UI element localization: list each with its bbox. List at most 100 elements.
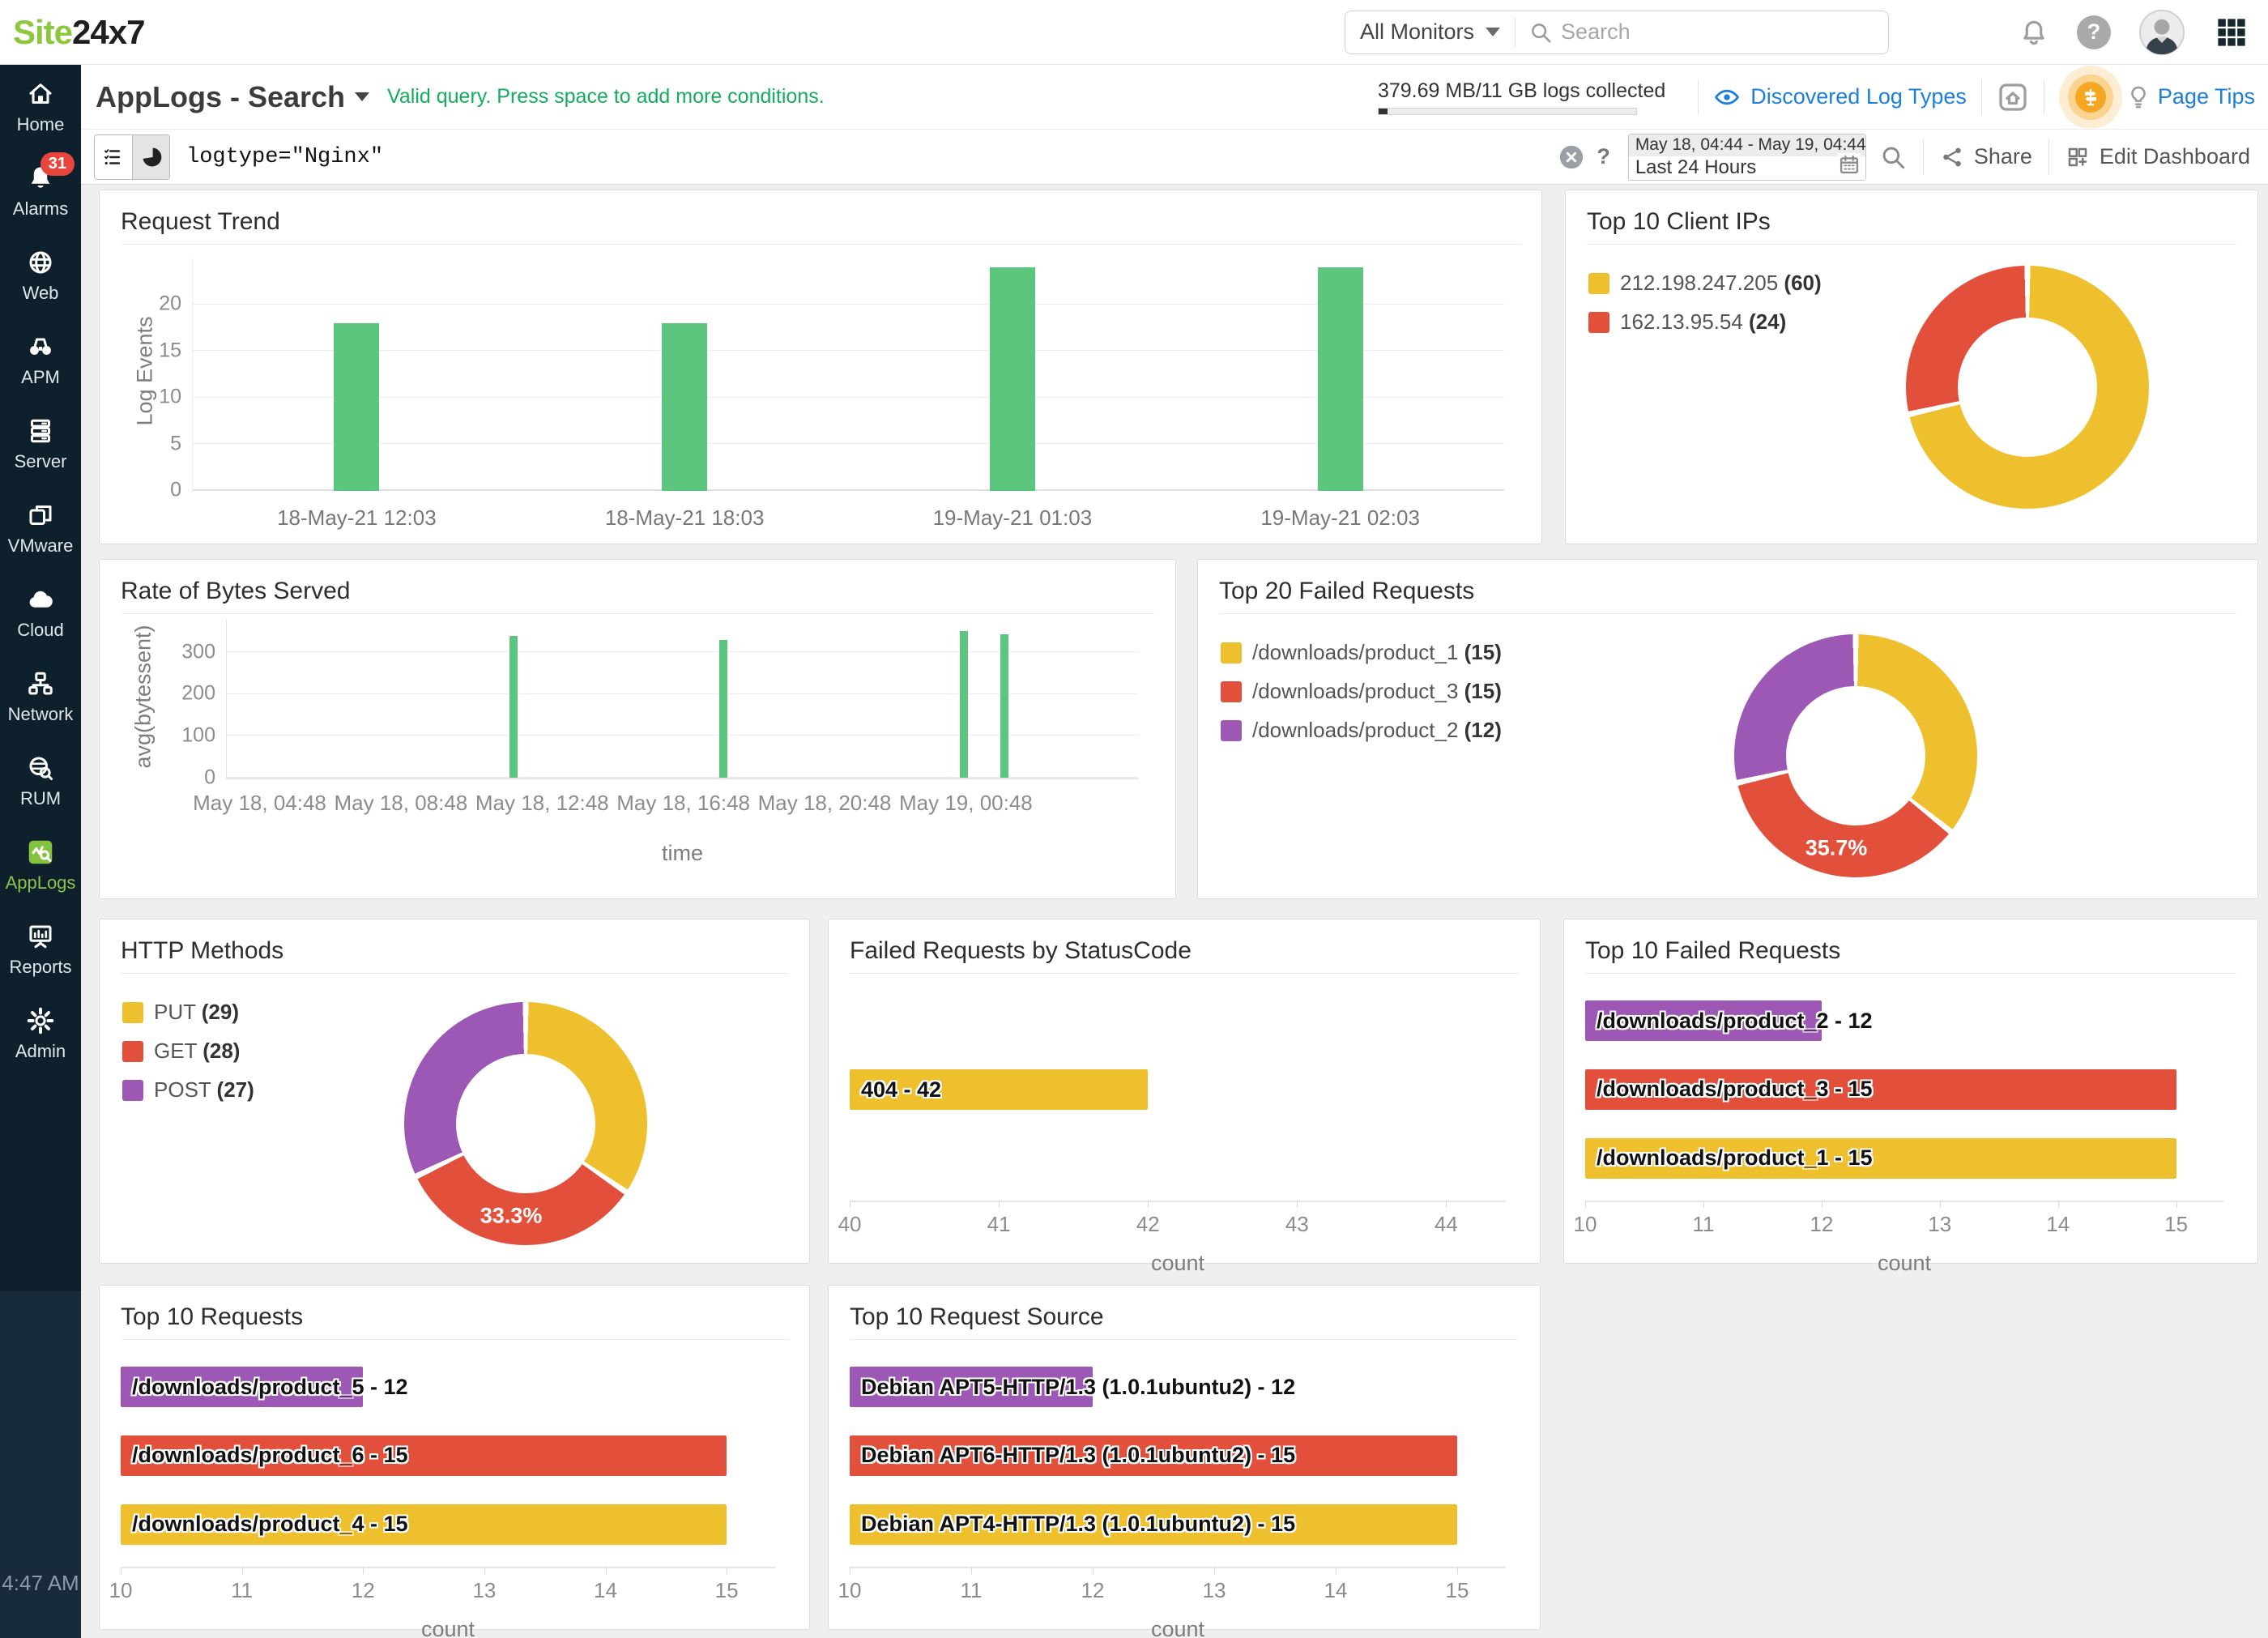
sidebar-item-label: Web [23, 283, 59, 304]
legend-item[interactable]: POST (27) [122, 1077, 254, 1103]
tick-mark [971, 1567, 972, 1574]
legend-item[interactable]: /downloads/product_1 (15) [1221, 640, 1502, 665]
page-tips-link[interactable]: Page Tips [2158, 84, 2255, 109]
donut-chart[interactable]: 35.7% [1734, 634, 1977, 877]
legend-item[interactable]: /downloads/product_2 (12) [1221, 718, 1502, 743]
gridline: 5 [193, 443, 1504, 444]
hbar-row[interactable]: /downloads/product_4 - 15 [121, 1504, 775, 1545]
y-tick-label: 5 [170, 432, 181, 455]
bar-label: /downloads/product_1 - 15 [1585, 1145, 1873, 1171]
all-monitors-dropdown[interactable]: All Monitors [1345, 19, 1515, 45]
tick-mark [242, 1567, 243, 1574]
vmware-icon [26, 501, 55, 530]
sidebar-item-alarms[interactable]: 31 Alarms [0, 149, 81, 233]
bar-19-May-21 01:03[interactable] [990, 267, 1035, 491]
x-tick-label: May 18, 20:48 [758, 791, 892, 816]
bar-18-May-21 12:03[interactable] [334, 323, 379, 491]
legend-item[interactable]: 212.198.247.205 (60) [1588, 271, 1822, 296]
hbar-row[interactable]: /downloads/product_2 - 12 [1585, 1000, 2223, 1041]
hbar-row[interactable]: /downloads/product_5 - 12 [121, 1367, 775, 1407]
page: Site24x7 All Monitors ? Home 31 Alarms W… [0, 0, 2268, 1638]
plot-area: 0 100 200 300May 18, 04:48May 18, 08:48M… [226, 619, 1138, 779]
donut-chart[interactable]: 33.3% [404, 1002, 647, 1245]
notifications-bell-icon[interactable] [2019, 17, 2049, 48]
sidebar-item-home[interactable]: Home [0, 65, 81, 149]
spike-bar[interactable] [960, 631, 968, 778]
tick-mark [121, 1567, 122, 1574]
sidebar-item-applogs[interactable]: AppLogs [0, 823, 81, 907]
legend-item[interactable]: /downloads/product_3 (15) [1221, 679, 1502, 704]
site24x7-logo[interactable]: Site24x7 [13, 13, 144, 52]
chart-view-button[interactable] [132, 135, 169, 179]
legend-item[interactable]: GET (28) [122, 1039, 254, 1064]
guided-tour-highlight[interactable] [2059, 66, 2122, 129]
bar-label: Debian APT4-HTTP/1.3 (1.0.1ubuntu2) - 15 [850, 1512, 1295, 1537]
dashboard-home-icon[interactable] [1997, 81, 2029, 113]
top20-failed-chart: /downloads/product_1 (15) /downloads/pro… [1219, 619, 2236, 874]
y-tick-label: 15 [159, 339, 181, 362]
sidebar-item-admin[interactable]: Admin [0, 992, 81, 1076]
sidebar-item-rum[interactable]: RUM [0, 739, 81, 823]
bar-18-May-21 18:03[interactable] [662, 323, 707, 491]
gridline: 0 [193, 489, 1504, 491]
legend-label: 212.198.247.205 (60) [1620, 271, 1822, 296]
run-search-icon[interactable] [1879, 143, 1907, 171]
discovered-log-types-link[interactable]: Discovered Log Types [1713, 83, 1967, 111]
sidebar-item-reports[interactable]: Reports [0, 907, 81, 992]
sidebar-item-server[interactable]: Server [0, 402, 81, 486]
legend-item[interactable]: PUT (29) [122, 1000, 254, 1025]
tick-mark [606, 1567, 607, 1574]
sidebar-item-web[interactable]: Web [0, 233, 81, 318]
clear-query-icon[interactable] [1558, 143, 1585, 171]
status-code-chart: 404 - 42 40 41 42 43 44 count [850, 979, 1519, 1239]
sidebar-item-label: APM [21, 367, 60, 388]
tick-mark [1446, 1201, 1447, 1208]
bar-19-May-21 02:03[interactable] [1318, 267, 1363, 491]
search-icon [1528, 20, 1553, 45]
legend-label: /downloads/product_2 (12) [1252, 718, 1502, 743]
query-input[interactable]: logtype="Nginx" [186, 145, 383, 169]
x-tick-label: May 19, 00:48 [899, 791, 1033, 816]
legend-label: /downloads/product_3 (15) [1252, 679, 1502, 704]
edit-dashboard-button[interactable]: Edit Dashboard [2066, 144, 2250, 169]
hbar-row[interactable]: /downloads/product_6 - 15 [121, 1435, 775, 1476]
legend-item[interactable]: 162.13.95.54 (24) [1588, 309, 1822, 335]
sidebar-item-apm[interactable]: APM [0, 318, 81, 402]
help-icon[interactable]: ? [2077, 15, 2111, 49]
user-avatar[interactable] [2138, 9, 2185, 56]
list-view-button[interactable] [95, 135, 132, 179]
share-button[interactable]: Share [1940, 144, 2032, 169]
page-title[interactable]: AppLogs - Search [96, 80, 369, 114]
sidebar-item-cloud[interactable]: Cloud [0, 570, 81, 655]
apps-grid-icon[interactable] [2215, 15, 2249, 49]
y-tick-label: 300 [181, 640, 215, 663]
tick-mark [1940, 1201, 1941, 1208]
hbar-row[interactable]: Debian APT6-HTTP/1.3 (1.0.1ubuntu2) - 15 [850, 1435, 1506, 1476]
query-help-icon[interactable]: ? [1597, 144, 1610, 169]
sidebar-item-label: Alarms [13, 198, 68, 220]
hbar-row[interactable]: 404 - 42 [850, 1069, 1506, 1110]
x-tick-label: 13 [1928, 1212, 1951, 1237]
donut-slice-label: 33.3% [480, 1204, 543, 1229]
spike-bar[interactable] [509, 636, 518, 778]
spike-bar[interactable] [719, 640, 727, 778]
x-tick-label: 12 [1081, 1578, 1105, 1603]
bar-label: Debian APT5-HTTP/1.3 (1.0.1ubuntu2) - 12 [850, 1375, 1295, 1400]
panel-bytes-rate: Rate of Bytes Served avg(bytessent) 0 10… [99, 559, 1176, 899]
tick-mark [2058, 1201, 2059, 1208]
search-input[interactable] [1561, 19, 1852, 45]
sidebar-item-vmware[interactable]: VMware [0, 486, 81, 570]
date-range-picker[interactable]: May 18, 04:44 - May 19, 04:44 Last 24 Ho… [1628, 134, 1866, 181]
legend-swatch [122, 1041, 143, 1062]
hbar-row[interactable]: Debian APT4-HTTP/1.3 (1.0.1ubuntu2) - 15 [850, 1504, 1506, 1545]
hbar-row[interactable]: /downloads/product_3 - 15 [1585, 1069, 2223, 1110]
panel-top20-failed: Top 20 Failed Requests /downloads/produc… [1197, 559, 2258, 899]
dashboard-content: Request Trend Log Events 0 5 10 15 2018-… [81, 185, 2268, 1638]
donut-chart[interactable] [1906, 266, 2149, 509]
tick-mark [484, 1567, 485, 1574]
hbar-row[interactable]: /downloads/product_1 - 15 [1585, 1138, 2223, 1179]
panel-title: HTTP Methods [121, 937, 788, 965]
hbar-row[interactable]: Debian APT5-HTTP/1.3 (1.0.1ubuntu2) - 12 [850, 1367, 1506, 1407]
spike-bar[interactable] [1000, 634, 1008, 778]
sidebar-item-network[interactable]: Network [0, 655, 81, 739]
